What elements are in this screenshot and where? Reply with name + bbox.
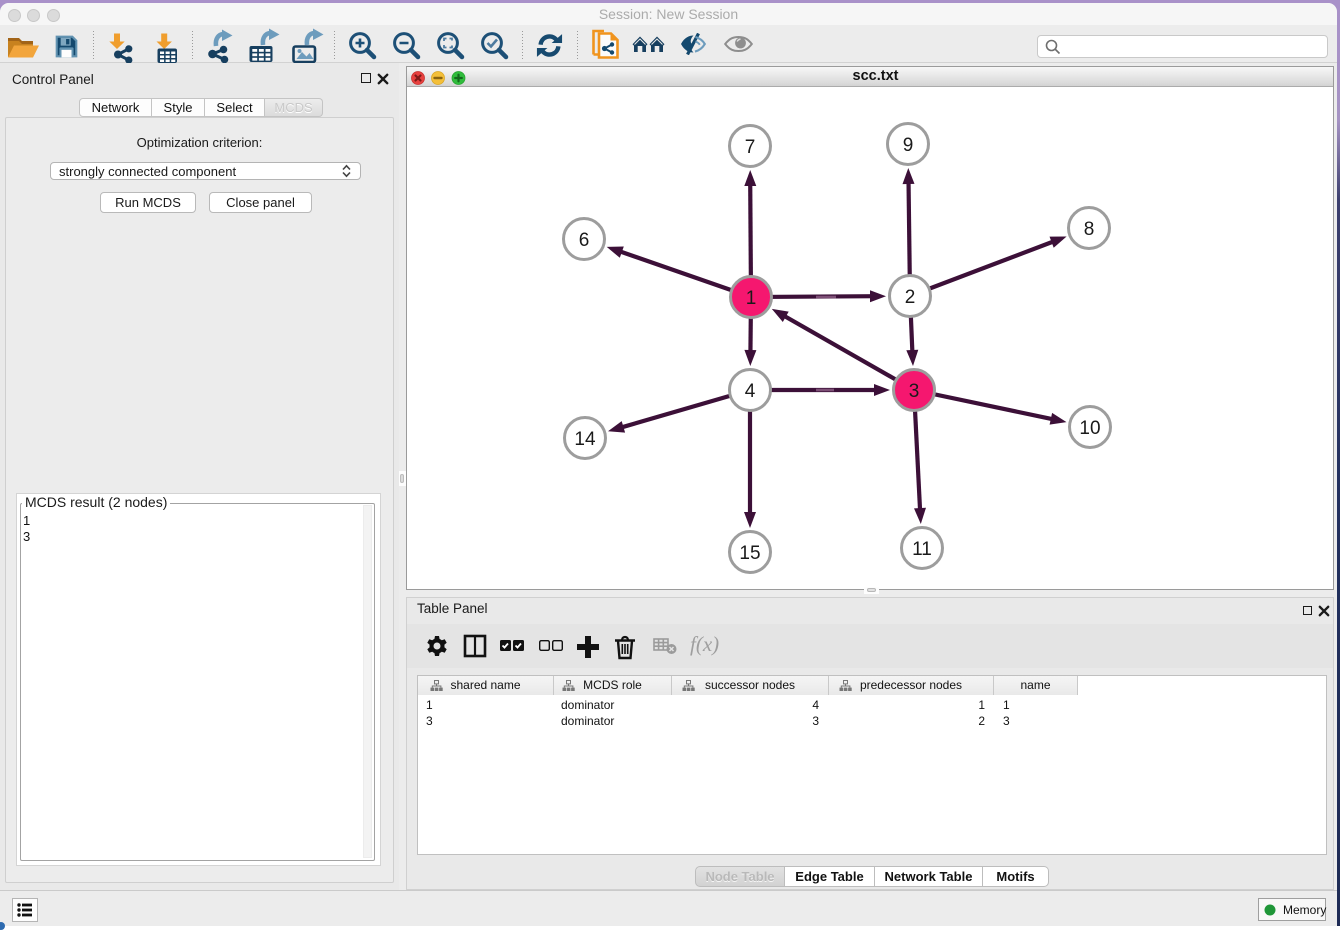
svg-text:10: 10 <box>1079 418 1100 439</box>
svg-text:6: 6 <box>579 230 590 251</box>
svg-text:8: 8 <box>1084 219 1095 240</box>
svg-text:2: 2 <box>905 287 916 308</box>
svg-text:1: 1 <box>746 288 757 309</box>
svg-text:9: 9 <box>903 135 914 156</box>
svg-text:15: 15 <box>739 543 760 564</box>
svg-text:7: 7 <box>745 137 756 158</box>
svg-text:11: 11 <box>912 539 932 560</box>
svg-text:3: 3 <box>909 381 920 402</box>
svg-text:4: 4 <box>745 381 756 402</box>
svg-text:14: 14 <box>574 429 596 450</box>
